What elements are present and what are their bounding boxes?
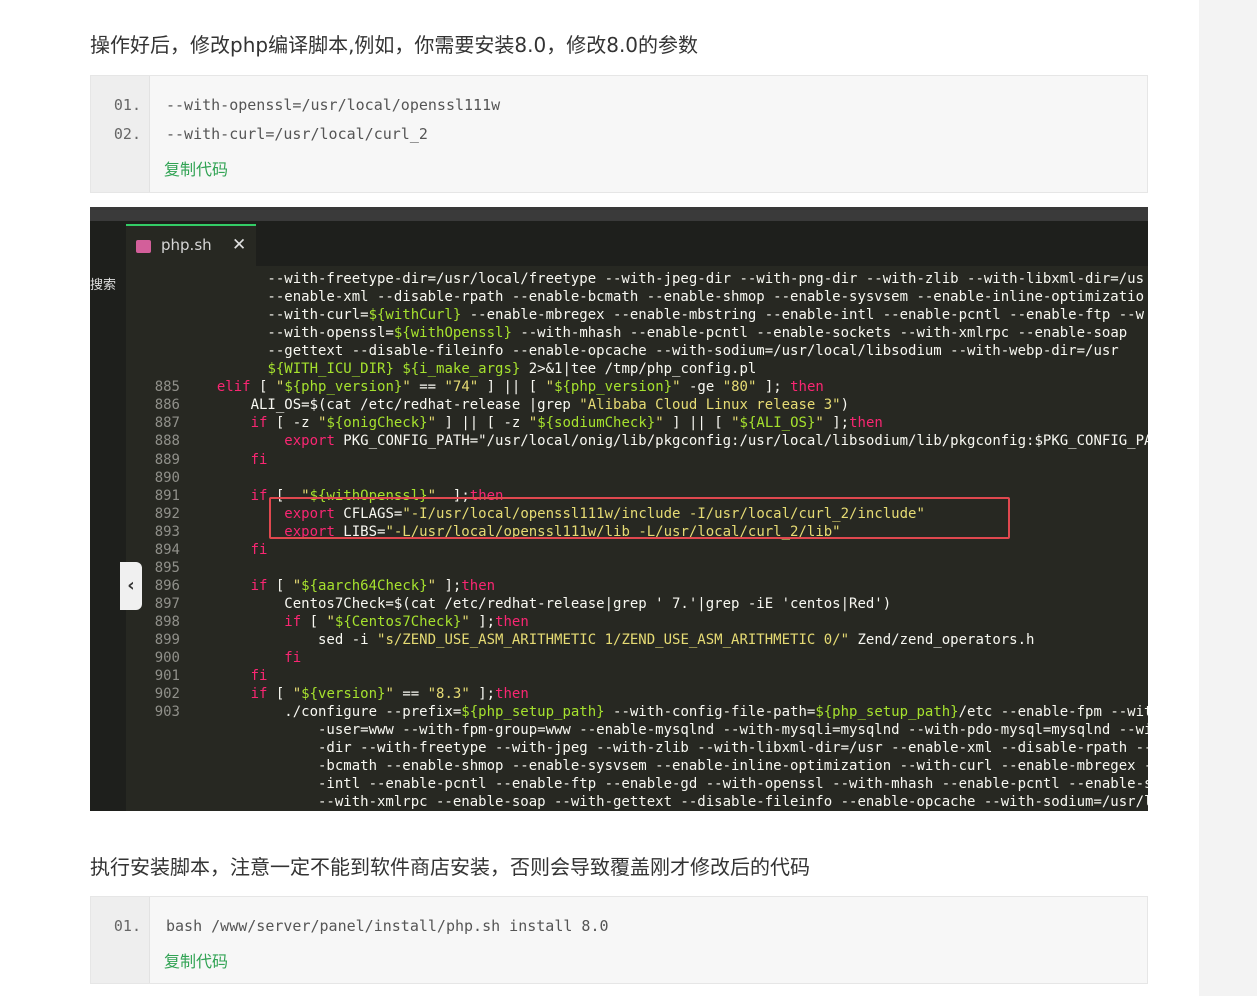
editor-line: -dir --with-freetype --with-jpeg --with-… xyxy=(90,740,1148,758)
collapse-panel-button[interactable]: ‹ xyxy=(120,562,142,610)
editor-line-number: 891 xyxy=(154,487,180,504)
editor-line-number: 893 xyxy=(154,523,180,540)
editor-line-text: -dir --with-freetype --with-jpeg --with-… xyxy=(200,740,1148,757)
editor-line-text: ${WITH_ICU_DIR} ${i_make_args} 2>&1|tee … xyxy=(267,361,757,378)
editor-line-number: 903 xyxy=(154,704,180,721)
editor-line-text: -intl --enable-pcntl --enable-ftp --enab… xyxy=(200,776,1148,793)
editor-line-text: fi xyxy=(284,650,302,667)
editor-line: 888 export PKG_CONFIG_PATH="/usr/local/o… xyxy=(90,433,1148,451)
editor-line: 894 fi xyxy=(90,542,1148,560)
terminal-file-icon xyxy=(136,240,151,253)
editor-line-text: ./configure --prefix=${php_setup_path} -… xyxy=(200,704,1148,721)
editor-line: 887 if [ -z "${onigCheck}" ] || [ -z "${… xyxy=(90,415,1148,433)
editor-line-number: 889 xyxy=(154,451,180,468)
tab-php-sh[interactable]: php.sh ✕ xyxy=(126,224,256,268)
editor-line: 890 xyxy=(90,470,1148,488)
editor-line: --enable-xml --disable-rpath --enable-bc… xyxy=(90,289,1148,307)
editor-line-text: -bcmath --enable-shmop --enable-sysvsem … xyxy=(200,758,1148,775)
editor-line-text: fi xyxy=(250,541,268,558)
editor-line-number: 898 xyxy=(154,613,180,630)
highlight-box xyxy=(269,497,1010,539)
editor-line-text: --with-openssl=${withOpenssl} --with-mha… xyxy=(200,325,1136,342)
editor-line: 900 fi xyxy=(90,650,1148,668)
editor-line-text: fi xyxy=(250,668,268,685)
editor-line-text: --enable-xml --disable-rpath --enable-bc… xyxy=(200,289,1145,306)
editor-line: --with-curl=${withCurl} --enable-mbregex… xyxy=(90,307,1148,325)
editor-line-text: fi xyxy=(250,451,268,468)
copy-code-button[interactable]: 复制代码 xyxy=(164,948,228,972)
code-block-2: 01. bash /www/server/panel/install/php.s… xyxy=(90,896,1148,984)
editor-line: --with-openssl=${withOpenssl} --with-mha… xyxy=(90,325,1148,343)
editor-line-text: -user=www --with-fpm-group=www --enable-… xyxy=(200,722,1148,739)
editor-line-number: 900 xyxy=(154,650,180,667)
editor-line: 902 if [ "${version}" == "8.3" ];then xyxy=(90,686,1148,704)
editor-line-number: 887 xyxy=(154,415,180,432)
editor-line-text: Centos7Check=$(cat /etc/redhat-release|g… xyxy=(200,595,892,612)
editor-line-number: 885 xyxy=(154,379,180,396)
editor-line-text: if [ "${Centos7Check}" ];then xyxy=(284,613,529,630)
editor-line-text: ALI_OS=$(cat /etc/redhat-release |grep "… xyxy=(200,397,850,414)
editor-line-number: 890 xyxy=(154,469,180,486)
editor-line-text: if [ "${aarch64Check}" ];then xyxy=(250,577,496,594)
close-icon[interactable]: ✕ xyxy=(232,235,246,255)
editor-line: 899 sed -i "s/ZEND_USE_ASM_ARITHMETIC 1/… xyxy=(90,632,1148,650)
right-sidebar xyxy=(1199,0,1257,996)
editor-screenshot: php.sh ✕ 搜索 --with-freetype-dir=/usr/loc… xyxy=(90,207,1148,811)
editor-line-number: 901 xyxy=(154,668,180,685)
editor-line: 898 if [ "${Centos7Check}" ];then xyxy=(90,614,1148,632)
editor-menubar xyxy=(90,207,1148,221)
editor-line-number: 894 xyxy=(154,541,180,558)
editor-line: 895 xyxy=(90,560,1148,578)
editor-line-text: --with-curl=${withCurl} --enable-mbregex… xyxy=(200,307,1145,324)
editor-line-number: 886 xyxy=(154,397,180,414)
editor-line: 897 Centos7Check=$(cat /etc/redhat-relea… xyxy=(90,596,1148,614)
editor-line: -intl --enable-pcntl --enable-ftp --enab… xyxy=(90,776,1148,794)
editor-line-number: 895 xyxy=(154,559,180,576)
editor-line-text: if [ -z "${onigCheck}" ] || [ -z "${sodi… xyxy=(250,415,883,432)
editor-line-text: if [ "${version}" == "8.3" ];then xyxy=(250,686,529,703)
editor-line: ${WITH_ICU_DIR} ${i_make_args} 2>&1|tee … xyxy=(90,361,1148,379)
editor-line-text: sed -i "s/ZEND_USE_ASM_ARITHMETIC 1/ZEND… xyxy=(200,632,1035,648)
editor-line-number: 899 xyxy=(154,632,180,648)
editor-line-text: --gettext --disable-fileinfo --enable-op… xyxy=(200,343,1119,360)
editor-line: 901 fi xyxy=(90,668,1148,686)
editor-line: 903 ./configure --prefix=${php_setup_pat… xyxy=(90,704,1148,722)
code-line: bash /www/server/panel/install/php.sh in… xyxy=(166,917,609,935)
editor-line-number: 892 xyxy=(154,505,180,522)
editor-line: 885 elif [ "${php_version}" == "74" ] ||… xyxy=(90,379,1148,397)
line-number: 01. xyxy=(113,96,141,114)
editor-line: --with-freetype-dir=/usr/local/freetype … xyxy=(90,271,1148,289)
code-gutter: 01. 02. xyxy=(91,76,150,192)
editor-line-text: --with-xmlrpc --enable-soap --with-gette… xyxy=(200,794,1148,811)
tab-label: php.sh xyxy=(161,236,212,254)
editor-line-text: elif [ "${php_version}" == "74" ] || [ "… xyxy=(216,379,824,396)
editor-line: 886 ALI_OS=$(cat /etc/redhat-release |gr… xyxy=(90,397,1148,415)
instruction-text-2: 执行安装脚本，注意一定不能到软件商店安装，否则会导致覆盖刚才修改后的代码 xyxy=(90,855,810,879)
code-block-1: 01. 02. --with-openssl=/usr/local/openss… xyxy=(90,75,1148,193)
editor-line-text: export PKG_CONFIG_PATH="/usr/local/onig/… xyxy=(284,433,1148,450)
code-gutter: 01. xyxy=(91,897,150,983)
editor-line-number: 888 xyxy=(154,433,180,450)
copy-code-button[interactable]: 复制代码 xyxy=(164,156,228,180)
editor-line-text: --with-freetype-dir=/usr/local/freetype … xyxy=(200,271,1145,287)
editor-line: --with-xmlrpc --enable-soap --with-gette… xyxy=(90,794,1148,811)
editor-line-number: 902 xyxy=(154,686,180,703)
editor-line: -user=www --with-fpm-group=www --enable-… xyxy=(90,722,1148,740)
editor-tabbar: php.sh ✕ xyxy=(90,221,1148,268)
line-number: 01. xyxy=(113,917,141,935)
code-line: --with-curl=/usr/local/curl_2 xyxy=(166,125,428,143)
editor-line: 889 fi xyxy=(90,452,1148,470)
instruction-text-1: 操作好后，修改php编译脚本,例如，你需要安装8.0，修改8.0的参数 xyxy=(90,33,699,57)
editor-line: -bcmath --enable-shmop --enable-sysvsem … xyxy=(90,758,1148,776)
line-number: 02. xyxy=(113,125,141,143)
editor-line-number: 897 xyxy=(154,595,180,612)
code-line: --with-openssl=/usr/local/openssl111w xyxy=(166,96,501,114)
editor-line: --gettext --disable-fileinfo --enable-op… xyxy=(90,343,1148,361)
editor-line: 896 if [ "${aarch64Check}" ];then xyxy=(90,578,1148,596)
editor-line-number: 896 xyxy=(154,577,180,594)
